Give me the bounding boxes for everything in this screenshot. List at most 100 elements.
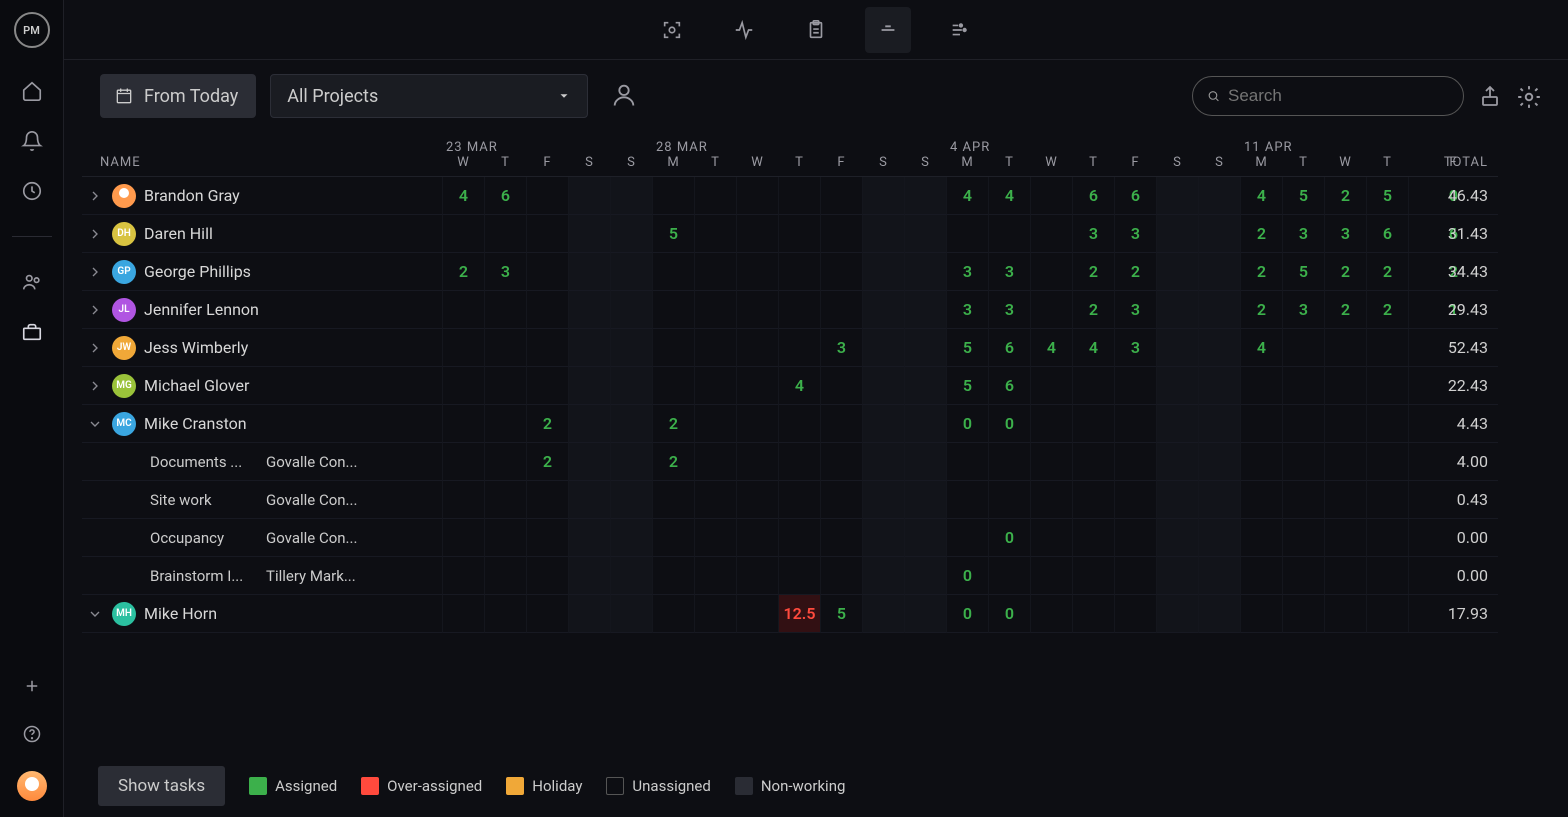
workload-cell[interactable]: 2	[1072, 291, 1114, 329]
workload-cell[interactable]: 2	[442, 253, 484, 291]
workload-cell[interactable]	[1282, 557, 1324, 595]
workload-cell[interactable]	[526, 253, 568, 291]
workload-cell[interactable]: 6	[988, 329, 1030, 367]
workload-cell[interactable]	[820, 253, 862, 291]
chevron-right-icon[interactable]	[86, 301, 104, 319]
app-logo[interactable]: PM	[14, 12, 50, 48]
workload-cell[interactable]	[904, 443, 946, 481]
workload-cell[interactable]: 6	[1072, 177, 1114, 215]
workload-cell[interactable]	[610, 557, 652, 595]
workload-cell[interactable]	[1366, 481, 1408, 519]
workload-cell[interactable]	[1198, 519, 1240, 557]
workload-cell[interactable]	[610, 253, 652, 291]
workload-cell[interactable]	[904, 405, 946, 443]
workload-cell[interactable]	[610, 177, 652, 215]
workload-cell[interactable]	[568, 291, 610, 329]
workload-cell[interactable]: 5	[946, 329, 988, 367]
clock-icon[interactable]	[21, 180, 43, 202]
workload-cell[interactable]	[1156, 557, 1198, 595]
workload-cell[interactable]	[904, 367, 946, 405]
workload-cell[interactable]: 5	[652, 215, 694, 253]
workload-cell[interactable]	[904, 253, 946, 291]
from-today-button[interactable]: From Today	[100, 74, 256, 118]
chevron-right-icon[interactable]	[86, 377, 104, 395]
workload-cell[interactable]	[484, 367, 526, 405]
workload-cell[interactable]	[778, 177, 820, 215]
person-name[interactable]: Michael Glover	[144, 376, 249, 395]
workload-cell[interactable]	[820, 291, 862, 329]
workload-cell[interactable]	[1240, 367, 1282, 405]
workload-cell[interactable]	[1156, 481, 1198, 519]
workload-cell[interactable]: 3	[1282, 215, 1324, 253]
workload-cell[interactable]	[1324, 443, 1366, 481]
workload-cell[interactable]	[736, 557, 778, 595]
workload-cell[interactable]	[988, 443, 1030, 481]
workload-cell[interactable]	[904, 329, 946, 367]
workload-cell[interactable]: 4	[1072, 329, 1114, 367]
workload-cell[interactable]	[1366, 329, 1408, 367]
workload-cell[interactable]	[736, 177, 778, 215]
workload-cell[interactable]	[694, 291, 736, 329]
workload-cell[interactable]	[610, 481, 652, 519]
search-input-wrap[interactable]	[1192, 76, 1464, 116]
workload-cell[interactable]	[862, 443, 904, 481]
workload-cell[interactable]	[1324, 519, 1366, 557]
gantt-icon[interactable]	[937, 7, 983, 53]
projects-filter-dropdown[interactable]: All Projects	[270, 74, 588, 118]
workload-cell[interactable]: 2	[1072, 253, 1114, 291]
workload-cell[interactable]	[568, 253, 610, 291]
workload-cell[interactable]	[778, 443, 820, 481]
workload-cell[interactable]	[1240, 595, 1282, 633]
workload-cell[interactable]: 12.5	[778, 595, 820, 633]
workload-cell[interactable]	[442, 215, 484, 253]
workload-cell[interactable]: 3	[988, 253, 1030, 291]
workload-cell[interactable]	[946, 215, 988, 253]
workload-cell[interactable]	[778, 291, 820, 329]
home-icon[interactable]	[21, 80, 43, 102]
workload-cell[interactable]: 3	[1114, 215, 1156, 253]
workload-cell[interactable]	[1240, 557, 1282, 595]
workload-cell[interactable]	[652, 367, 694, 405]
workload-cell[interactable]	[1198, 367, 1240, 405]
workload-cell[interactable]	[1156, 215, 1198, 253]
workload-cell[interactable]	[652, 481, 694, 519]
workload-cell[interactable]	[1156, 291, 1198, 329]
workload-cell[interactable]: 0	[988, 519, 1030, 557]
chevron-right-icon[interactable]	[86, 225, 104, 243]
workload-cell[interactable]	[568, 557, 610, 595]
person-name[interactable]: Brandon Gray	[144, 186, 240, 205]
workload-cell[interactable]: 3	[484, 253, 526, 291]
workload-cell[interactable]	[778, 215, 820, 253]
workload-cell[interactable]	[1324, 367, 1366, 405]
workload-cell[interactable]: 5	[1366, 177, 1408, 215]
workload-cell[interactable]	[694, 253, 736, 291]
workload-cell[interactable]	[1114, 557, 1156, 595]
workload-cell[interactable]: 5	[1282, 177, 1324, 215]
workload-cell[interactable]	[442, 595, 484, 633]
workload-cell[interactable]	[862, 329, 904, 367]
show-tasks-button[interactable]: Show tasks	[98, 766, 225, 806]
workload-cell[interactable]	[694, 215, 736, 253]
workload-cell[interactable]: 3	[988, 291, 1030, 329]
workload-cell[interactable]: 2	[1240, 253, 1282, 291]
person-name[interactable]: Jennifer Lennon	[144, 300, 259, 319]
workload-cell[interactable]	[1072, 367, 1114, 405]
workload-cell[interactable]	[1030, 215, 1072, 253]
workload-cell[interactable]	[1114, 367, 1156, 405]
workload-cell[interactable]	[946, 519, 988, 557]
help-icon[interactable]	[21, 723, 43, 745]
workload-cell[interactable]	[610, 443, 652, 481]
workload-cell[interactable]	[652, 557, 694, 595]
workload-cell[interactable]	[694, 481, 736, 519]
chevron-down-icon[interactable]	[86, 415, 104, 433]
workload-cell[interactable]	[526, 177, 568, 215]
workload-cell[interactable]	[1282, 443, 1324, 481]
workload-cell[interactable]	[694, 329, 736, 367]
workload-cell[interactable]: 0	[946, 557, 988, 595]
workload-cell[interactable]	[820, 367, 862, 405]
workload-cell[interactable]: 4	[1030, 329, 1072, 367]
workload-cell[interactable]	[862, 557, 904, 595]
workload-cell[interactable]	[1030, 177, 1072, 215]
workload-cell[interactable]	[1072, 405, 1114, 443]
workload-cell[interactable]	[820, 481, 862, 519]
